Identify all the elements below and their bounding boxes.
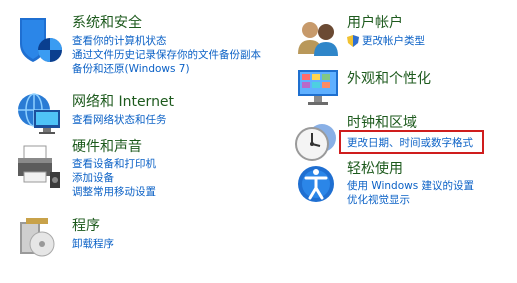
link-backup-restore[interactable]: 备份和还原(Windows 7) — [72, 62, 261, 76]
network-globe-icon[interactable] — [12, 88, 64, 140]
link-devices-printers[interactable]: 查看设备和打印机 — [72, 157, 156, 171]
category-title-appearance[interactable]: 外观和个性化 — [347, 70, 431, 88]
link-add-device[interactable]: 添加设备 — [72, 171, 156, 185]
appearance-monitor-icon[interactable] — [292, 64, 344, 116]
ease-of-access-icon[interactable] — [292, 158, 344, 210]
category-title-programs[interactable]: 程序 — [72, 217, 100, 235]
link-view-network-status[interactable]: 查看网络状态和任务 — [72, 113, 167, 127]
link-file-history[interactable]: 通过文件历史记录保存你的文件备份副本 — [72, 48, 261, 62]
link-uninstall-program[interactable]: 卸载程序 — [72, 237, 114, 251]
programs-disc-icon[interactable] — [12, 212, 64, 264]
link-mobility-settings[interactable]: 调整常用移动设置 — [72, 185, 156, 199]
category-title-ease-of-access[interactable]: 轻松使用 — [347, 160, 403, 178]
link-view-computer-status[interactable]: 查看你的计算机状态 — [72, 34, 261, 48]
link-windows-recommended[interactable]: 使用 Windows 建议的设置 — [347, 179, 474, 193]
security-shield-icon[interactable] — [12, 14, 64, 66]
highlight-box — [339, 130, 484, 154]
user-accounts-icon[interactable] — [292, 14, 344, 66]
uac-shield-icon — [347, 35, 359, 47]
printer-icon[interactable] — [12, 140, 64, 192]
category-title-user-accounts[interactable]: 用户帐户 — [347, 14, 403, 32]
category-title-hardware-sound[interactable]: 硬件和声音 — [72, 138, 142, 156]
category-title-system-security[interactable]: 系统和安全 — [72, 14, 142, 32]
category-title-network-internet[interactable]: 网络和 Internet — [72, 93, 174, 111]
link-optimize-visual[interactable]: 优化视觉显示 — [347, 193, 474, 207]
link-change-account-type[interactable]: 更改帐户类型 — [362, 34, 425, 48]
